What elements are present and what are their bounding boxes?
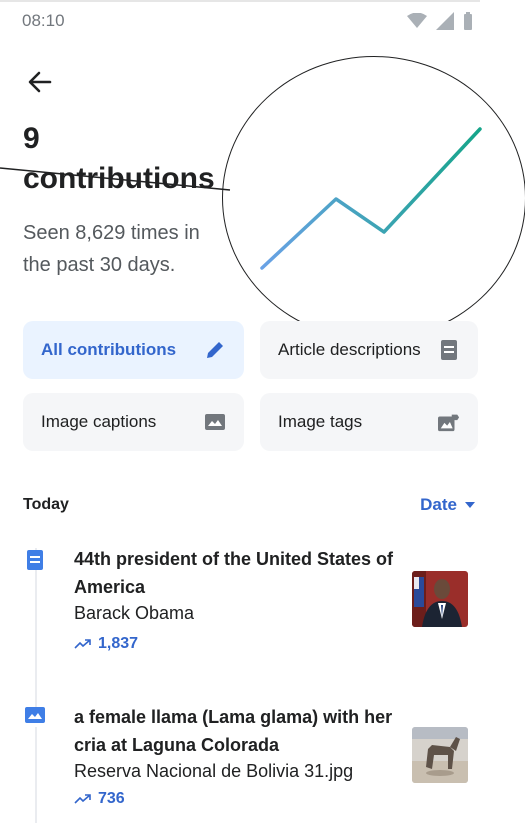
section-title: Today xyxy=(23,496,69,513)
filter-label: Article descriptions xyxy=(278,340,421,359)
filter-article-descriptions[interactable]: Article descriptions xyxy=(260,321,478,379)
image-caption-icon xyxy=(25,707,45,727)
back-arrow-icon[interactable] xyxy=(26,68,54,96)
status-icons xyxy=(407,12,473,30)
signal-icon xyxy=(436,12,454,30)
item-description: 44th president of the United States of A… xyxy=(74,549,394,597)
image-caption-icon xyxy=(204,411,226,433)
item-title: Barack Obama xyxy=(74,603,195,623)
status-time: 08:10 xyxy=(22,11,65,30)
filter-all-contributions[interactable]: All contributions xyxy=(23,321,244,379)
item-views: 1,837 xyxy=(74,635,138,653)
item-thumbnail xyxy=(412,727,468,783)
list-section-header: Today Date xyxy=(23,495,475,515)
contributions-label: contributions xyxy=(23,162,215,195)
item-views: 736 xyxy=(74,790,125,808)
filter-image-captions[interactable]: Image captions xyxy=(23,393,244,451)
pencil-icon xyxy=(204,339,226,361)
timeline-line xyxy=(35,548,37,823)
sort-dropdown[interactable]: Date xyxy=(420,495,475,515)
contribution-count: 9 xyxy=(23,122,40,155)
filter-image-tags[interactable]: Image tags xyxy=(260,393,478,451)
views-count: 736 xyxy=(98,790,125,807)
article-description-icon xyxy=(438,339,460,361)
status-bar: 08:10 xyxy=(0,0,525,42)
sort-label: Date xyxy=(420,495,457,514)
article-description-icon xyxy=(25,550,45,570)
image-tag-icon xyxy=(438,411,460,433)
filter-label: All contributions xyxy=(41,340,177,359)
magnifier-lens xyxy=(222,56,525,340)
item-title: Reserva Nacional de Bolivia 31.jpg xyxy=(74,761,354,781)
battery-icon xyxy=(464,12,472,30)
chevron-down-icon xyxy=(465,502,475,508)
divider xyxy=(0,0,480,2)
trending-up-icon xyxy=(74,794,91,804)
views-summary: Seen 8,629 times in the past 30 days. xyxy=(23,222,200,276)
item-description: a female llama (Lama glama) with her cri… xyxy=(74,707,393,755)
trending-up-icon xyxy=(74,639,91,649)
wifi-icon xyxy=(407,13,427,28)
filter-label: Image captions xyxy=(41,412,157,431)
trend-line xyxy=(260,127,482,270)
item-thumbnail xyxy=(412,571,468,627)
filter-label: Image tags xyxy=(278,412,363,431)
views-count: 1,837 xyxy=(98,635,139,652)
